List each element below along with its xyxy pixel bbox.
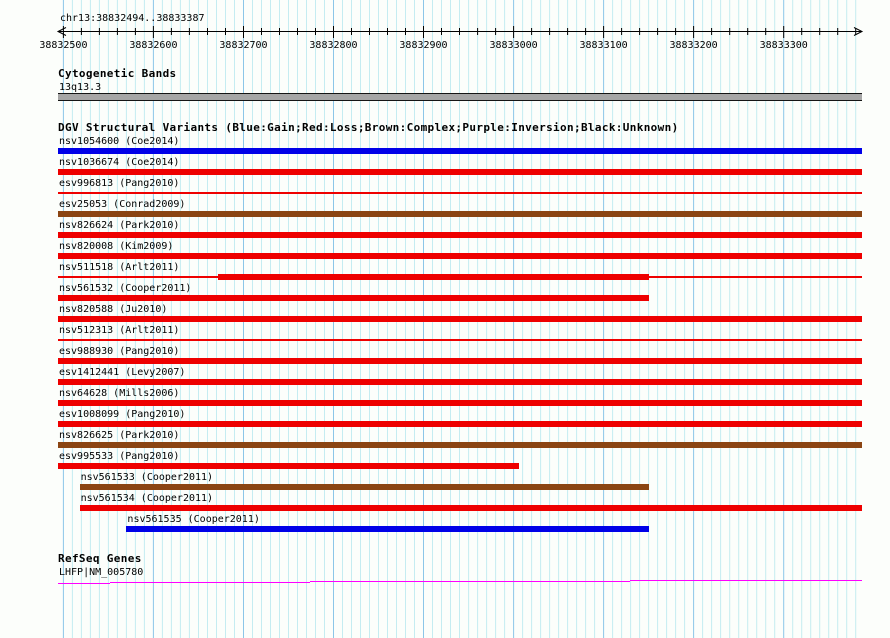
region-title: chr13:38832494..38833387 [60,13,205,24]
variant-row: nsv826624 (Park2010) [0,219,890,240]
axis-tick-label: 38832500 [39,40,87,51]
axis-tick-label: 38833000 [490,40,538,51]
variant-label[interactable]: esv988930 (Pang2010) [59,345,179,358]
variant-row: esv995533 (Pang2010) [0,450,890,471]
variant-bar[interactable] [58,148,862,154]
gene-intron-line[interactable] [110,582,210,583]
axis-tick-label: 38832900 [399,40,447,51]
variant-label[interactable]: esv25053 (Conrad2009) [59,198,185,211]
variant-row: nsv511518 (Arlt2011) [0,261,890,282]
axis-tick-label: 38833200 [670,40,718,51]
gene-intron-line[interactable] [310,581,430,582]
gene-label[interactable]: LHFP|NM_005780 [59,566,143,579]
variant-bar[interactable] [58,463,519,469]
variant-row: esv25053 (Conrad2009) [0,198,890,219]
refseq-heading: RefSeq Genes [58,552,142,565]
variant-bar[interactable] [58,400,862,406]
variant-row: nsv561534 (Cooper2011) [0,492,890,513]
variant-label[interactable]: nsv820008 (Kim2009) [59,240,173,253]
variant-row: nsv561533 (Cooper2011) [0,471,890,492]
variant-bar[interactable] [58,379,862,385]
variant-bar[interactable] [58,232,862,238]
variant-bar[interactable] [58,211,862,217]
variant-row: nsv64628 (Mills2006) [0,387,890,408]
variant-bar[interactable] [126,526,649,532]
variant-row: nsv1036674 (Coe2014) [0,156,890,177]
variant-label[interactable]: nsv512313 (Arlt2011) [59,324,179,337]
variant-bar[interactable] [58,253,862,259]
axis-tick-label: 38832600 [129,40,177,51]
variant-label[interactable]: nsv64628 (Mills2006) [59,387,179,400]
variant-bar[interactable] [58,169,862,175]
variant-label[interactable]: nsv820588 (Ju2010) [59,303,167,316]
dgv-heading: DGV Structural Variants (Blue:Gain;Red:L… [58,121,679,134]
variant-bar[interactable] [58,421,862,427]
variant-bar[interactable] [58,276,219,278]
variant-label[interactable]: nsv826625 (Park2010) [59,429,179,442]
variant-label[interactable]: nsv561533 (Cooper2011) [81,471,213,484]
variant-label[interactable]: esv1412441 (Levy2007) [59,366,185,379]
variant-row: esv988930 (Pang2010) [0,345,890,366]
variant-row: nsv561535 (Cooper2011) [0,513,890,534]
variant-row: nsv512313 (Arlt2011) [0,324,890,345]
variant-label[interactable]: nsv561534 (Cooper2011) [81,492,213,505]
variant-bar[interactable] [648,276,862,278]
variant-label[interactable]: nsv1054600 (Coe2014) [59,135,179,148]
gene-intron-line[interactable] [210,582,310,583]
variant-label[interactable]: esv1008099 (Pang2010) [59,408,185,421]
variant-row: nsv1054600 (Coe2014) [0,135,890,156]
variant-bar[interactable] [58,295,649,301]
gene-intron-line[interactable] [430,581,630,582]
axis-tick-label: 38833300 [760,40,808,51]
variant-bar[interactable] [79,505,862,511]
axis-tick-label: 38833100 [580,40,628,51]
variant-bar[interactable] [79,484,649,490]
variant-row: nsv820008 (Kim2009) [0,240,890,261]
variant-row: nsv561532 (Cooper2011) [0,282,890,303]
variant-label[interactable]: esv996813 (Pang2010) [59,177,179,190]
variant-label[interactable]: nsv561535 (Cooper2011) [127,513,259,526]
variant-row: esv996813 (Pang2010) [0,177,890,198]
cytobands-heading: Cytogenetic Bands [58,67,177,80]
variant-bar[interactable] [58,339,862,341]
variant-bar[interactable] [218,274,649,280]
axis-tick-label: 38832700 [219,40,267,51]
variant-row: esv1008099 (Pang2010) [0,408,890,429]
gene-intron-line[interactable] [58,583,110,584]
axis-tick-label: 38832800 [309,40,357,51]
gene-intron-line[interactable] [630,580,780,581]
variant-label[interactable]: nsv826624 (Park2010) [59,219,179,232]
variant-row: nsv826625 (Park2010) [0,429,890,450]
variant-bar[interactable] [58,316,862,322]
genome-browser-view: 38832500 38832600 38832700 38832800 38832900… [0,0,890,638]
variant-row: esv1412441 (Levy2007) [0,366,890,387]
variant-label[interactable]: nsv561532 (Cooper2011) [59,282,191,295]
cytoband-bar[interactable] [58,93,862,101]
gene-intron-line[interactable] [780,580,862,581]
variant-label[interactable]: nsv511518 (Arlt2011) [59,261,179,274]
variant-bar[interactable] [58,442,862,448]
variant-label[interactable]: nsv1036674 (Coe2014) [59,156,179,169]
variant-bar[interactable] [58,192,862,194]
variant-label[interactable]: esv995533 (Pang2010) [59,450,179,463]
variant-row: nsv820588 (Ju2010) [0,303,890,324]
variant-bar[interactable] [58,358,862,364]
